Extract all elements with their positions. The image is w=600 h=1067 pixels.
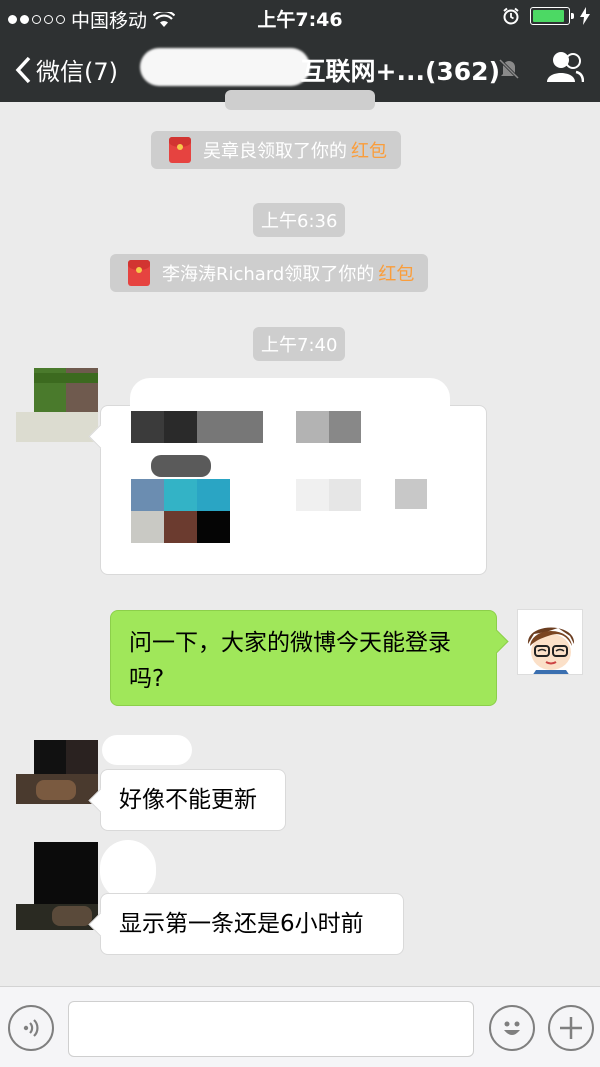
avatar[interactable] <box>16 740 98 804</box>
group-contacts-icon[interactable] <box>546 50 584 84</box>
incoming-message-bubble[interactable]: 显示第一条还是6小时前 <box>100 893 404 955</box>
red-packet-icon <box>128 260 150 286</box>
emoji-icon <box>504 1021 520 1035</box>
mute-bell-icon <box>498 58 520 80</box>
cartoon-avatar-icon <box>527 627 575 674</box>
battery-icon <box>530 7 574 25</box>
redaction-mask <box>102 735 192 765</box>
back-label: 微信(7) <box>36 58 118 86</box>
avatar[interactable] <box>16 842 98 930</box>
status-bar: 中国移动 上午7:46 <box>0 0 600 34</box>
emoji-button[interactable] <box>489 1005 535 1051</box>
message-text: 显示第一条还是6小时前 <box>119 911 364 937</box>
avatar[interactable] <box>16 368 98 442</box>
notice-text: 李海涛Richard领取了你的 <box>162 264 375 285</box>
message-text: 问一下，大家的微博今天能登录吗? <box>129 630 451 692</box>
red-packet-notice: 吴章良领取了你的 红包 <box>151 131 401 169</box>
chevron-left-icon <box>15 56 31 83</box>
red-packet-icon <box>169 137 191 163</box>
voice-icon <box>23 1019 39 1037</box>
red-packet-link[interactable]: 红包 <box>378 260 414 286</box>
red-packet-notice: 李海涛Richard领取了你的 红包 <box>110 254 429 292</box>
message-text: 好像不能更新 <box>119 787 257 813</box>
self-avatar[interactable] <box>517 609 583 675</box>
input-bar <box>0 986 600 1067</box>
timestamp: 上午6:36 <box>253 203 346 237</box>
voice-button[interactable] <box>8 1005 54 1051</box>
red-packet-link[interactable]: 红包 <box>351 137 387 163</box>
alarm-icon <box>503 7 519 25</box>
message-input[interactable] <box>68 1001 474 1057</box>
back-button[interactable]: 微信(7) <box>14 52 118 87</box>
timestamp: 上午7:40 <box>253 327 346 361</box>
chat-title: 互联网+...(362) <box>300 57 500 86</box>
redaction-mask <box>100 840 156 900</box>
status-right <box>502 7 590 25</box>
charging-icon <box>580 7 590 25</box>
plus-icon <box>560 1017 582 1039</box>
notice-text: 吴章良领取了你的 <box>203 141 347 162</box>
outgoing-message-bubble[interactable]: 问一下，大家的微博今天能登录吗? <box>110 610 497 706</box>
add-button[interactable] <box>548 1005 594 1051</box>
partial-system-pill <box>225 90 375 110</box>
incoming-message-bubble[interactable]: 好像不能更新 <box>100 769 286 831</box>
